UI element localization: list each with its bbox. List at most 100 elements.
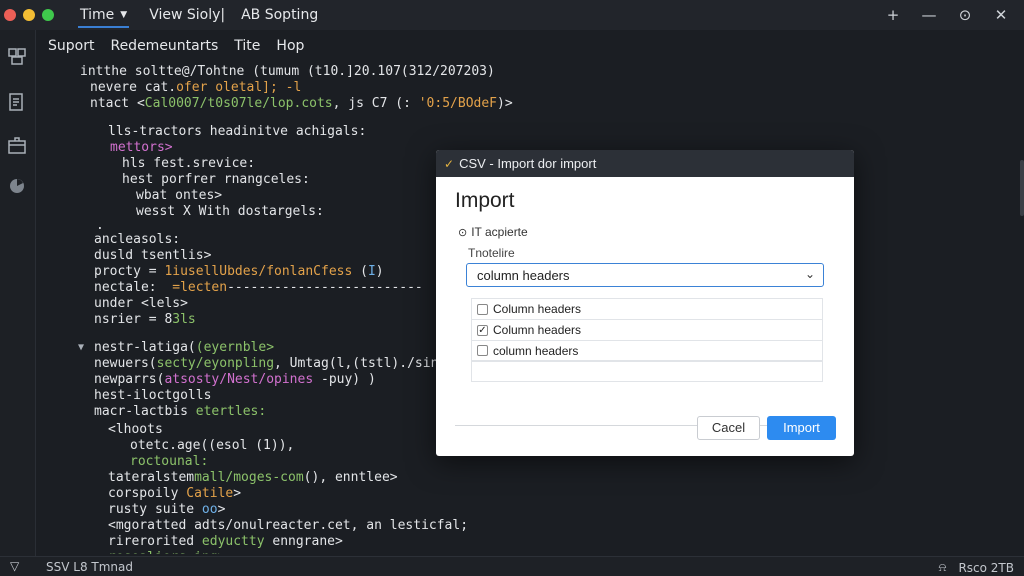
code-line: ancleasols: [94, 232, 180, 248]
code-line: hls fest.srevice: [122, 156, 255, 172]
code-line: resoaliers ing> [108, 550, 225, 554]
menu-sorting[interactable]: AB Sopting [241, 7, 318, 23]
code-line: hest-iloctgolls [94, 388, 211, 404]
code-token: nectale: [94, 280, 173, 295]
code-line: mettors> [110, 140, 173, 156]
dialog-heading: Import [455, 189, 515, 212]
package-icon[interactable] [6, 136, 28, 158]
option-row-empty [471, 361, 823, 382]
add-icon[interactable]: + [884, 6, 902, 24]
menu-bar: Suport Redemeuntarts Tite Hop [40, 34, 304, 58]
pie-icon[interactable] [6, 176, 28, 198]
menu-support[interactable]: Suport [48, 38, 94, 54]
checkbox[interactable] [477, 303, 488, 315]
code-token: mettors> [110, 140, 173, 155]
code-line: corspoily Catile> [108, 486, 241, 502]
close-window-button[interactable] [4, 9, 16, 21]
code-token: edyuctty [201, 534, 265, 549]
import-button[interactable]: Import [767, 416, 836, 440]
option-row[interactable]: column headers [471, 340, 823, 361]
files-icon[interactable] [6, 92, 28, 114]
code-token: etertles: [195, 404, 267, 419]
code-line: newuers(secty/eyonpling, Umtag(l,(tstl).… [94, 356, 446, 372]
code-line: macr-lactbis etertles: [94, 404, 266, 420]
code-token: dusld tsentlis> [94, 248, 212, 263]
menu-view[interactable]: View Sioly| [149, 7, 225, 23]
editor-scrollbar[interactable] [1020, 160, 1024, 216]
option-label: Column headers [493, 302, 582, 316]
code-token: rirerorited [108, 534, 202, 549]
code-line: rirerorited edyuctty enngrane> [108, 534, 343, 550]
check-icon: ✓ [444, 156, 455, 171]
checkbox[interactable] [477, 345, 488, 356]
menu-help[interactable]: Hop [276, 38, 304, 54]
code-token: mall/moges-com [194, 470, 304, 485]
code-line: nevere cat.ofer oletal]; -l [90, 80, 301, 96]
code-token: newuers( [94, 356, 157, 371]
code-line: nestr-latiga((eyernble> [94, 340, 274, 356]
bell-icon[interactable]: ⍾ [939, 560, 947, 575]
tab-time[interactable]: Time ▼ [74, 0, 133, 30]
minimize-icon[interactable]: — [920, 6, 938, 24]
dialog-titlebar: ✓ CSV - Import dor import [436, 150, 854, 177]
cancel-button[interactable]: Cacel [697, 416, 760, 440]
code-token: 3ls [172, 312, 196, 327]
dialog-title: CSV - Import dor import [459, 156, 597, 171]
code-token: roctounal: [130, 454, 209, 469]
code-token: I [367, 264, 376, 279]
code-token: > [217, 502, 226, 517]
header-select[interactable]: column headers ⌄ [466, 263, 824, 287]
history-icon[interactable]: ⊙ [956, 6, 974, 24]
code-token: rusty suite [108, 502, 202, 517]
code-line: tateralstemmall/moges-com(), enntlee> [108, 470, 398, 486]
code-token: ------------------------- [227, 280, 423, 295]
code-line: <mgoratted adts/onulreacter.cet, an lest… [108, 518, 468, 534]
code-token: corspoily [108, 486, 187, 501]
code-token: under <lels> [94, 296, 188, 311]
code-line: intthe soltte@/Tohtne (tumum (t10.]20.10… [80, 64, 495, 80]
code-token: wesst X With dostargels: [136, 204, 324, 219]
code-token: Cal0007/t0s07le/lop.cots [144, 96, 333, 111]
code-line: lls-tractors headinitve achigals: [108, 124, 366, 140]
menu-requirements[interactable]: Redemeuntarts [110, 38, 218, 54]
code-line: otetc.age((esol (1)), [130, 438, 294, 454]
code-token: ntact < [90, 96, 145, 111]
code-token: , Umtag(l,(tstl)./sing [274, 356, 447, 371]
status-left: SSV L8 Tmnad [46, 560, 133, 574]
code-token: macr-lactbis [94, 404, 196, 419]
code-token: > [233, 486, 242, 501]
code-line: roctounal: [130, 454, 208, 470]
code-token: nsrier = [94, 312, 165, 327]
code-token: (eyernble> [195, 340, 275, 355]
extensions-icon[interactable] [6, 46, 28, 68]
code-token: otetc.age((esol (1)), [130, 438, 295, 453]
status-right: ⍾ Rsco 2TB [939, 560, 1015, 575]
checkbox-checked[interactable]: ✓ [477, 324, 488, 336]
menu-title[interactable]: Tite [234, 38, 260, 54]
dialog-subtitle-text: IT acpierte [471, 225, 528, 239]
dialog-subtitle: ⊙ IT acpierte [458, 225, 528, 239]
info-icon: ⊙ [458, 226, 468, 239]
title-menu: View Sioly| AB Sopting [149, 7, 318, 23]
code-token: oo [201, 502, 218, 517]
code-token: hest-iloctgolls [94, 388, 212, 403]
filter-icon[interactable]: ▽ [10, 559, 19, 573]
code-line: procty = 1iusellUbdes/fonlanCfess (I) [94, 264, 384, 280]
minimize-window-button[interactable] [23, 9, 35, 21]
option-row[interactable]: Column headers [471, 298, 823, 319]
fold-chevron-icon[interactable]: ▼ [78, 340, 84, 356]
close-icon[interactable]: ✕ [992, 6, 1010, 24]
code-line: ntact <Cal0007/t0s07le/lop.cots, js C7 (… [90, 96, 513, 112]
zoom-window-button[interactable] [42, 9, 54, 21]
code-line: dusld tsentlis> [94, 248, 211, 264]
code-token: (), enntlee> [303, 470, 398, 485]
code-token: nevere cat. [90, 80, 177, 95]
code-token: tateralstem [108, 470, 195, 485]
code-token: hest porfrer rnangceles: [122, 172, 310, 187]
code-token: . [96, 218, 104, 233]
import-dialog: ✓ CSV - Import dor import Import ⊙ IT ac… [436, 150, 854, 456]
option-row[interactable]: ✓ Column headers [471, 319, 823, 340]
option-label: Column headers [493, 323, 582, 337]
dialog-body: Import ⊙ IT acpierte Tnotelire column he… [436, 177, 854, 456]
status-bar: ▽ SSV L8 Tmnad ⍾ Rsco 2TB [0, 556, 1024, 576]
